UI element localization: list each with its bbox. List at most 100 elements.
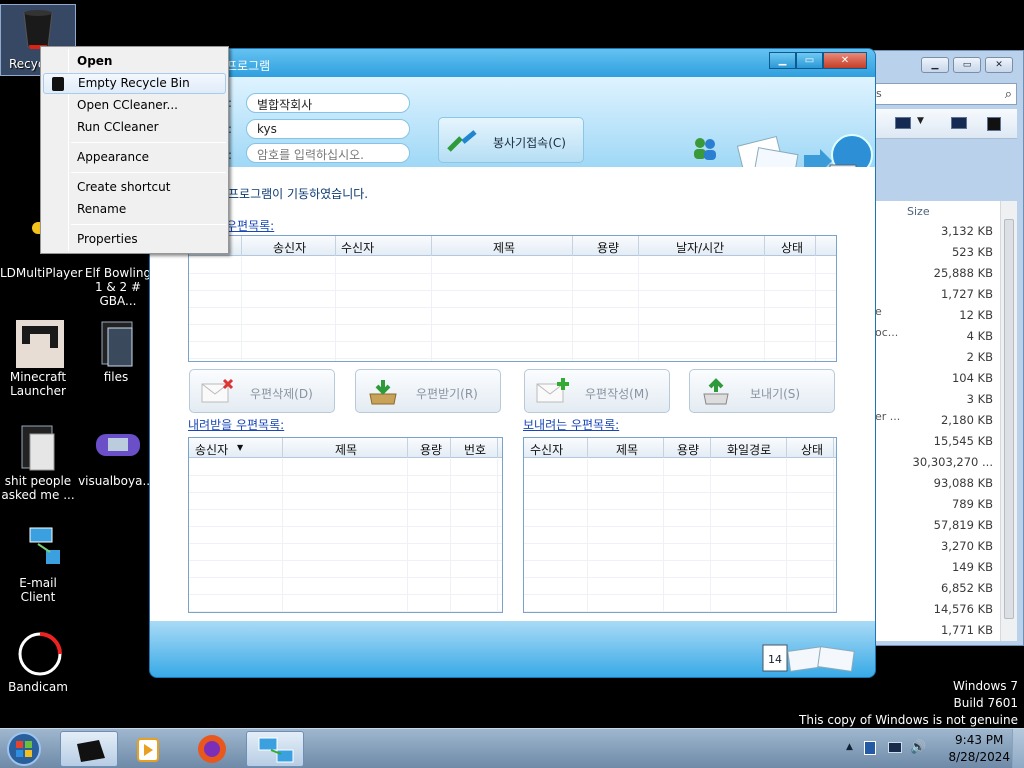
explorer-search-input[interactable]: s ⌕ [875,83,1017,105]
connect-arrows-icon [447,130,477,152]
received-table-rows[interactable] [189,257,836,361]
black-box-icon [77,740,105,762]
col-datetime[interactable]: 날자/시간 [676,239,724,256]
download-table-rows[interactable] [189,459,502,612]
download-list-table[interactable]: 송신자 ▼ 제목 용량 번호 [188,437,503,613]
delete-mail-button[interactable]: 우편삭제(D) [189,369,335,413]
maximize-button[interactable]: ▭ [796,52,823,69]
size-cell: 4 KB [966,329,993,343]
close-button[interactable]: ✕ [985,57,1013,73]
taskbar-email-client-button[interactable] [246,731,304,767]
desktop-icon-bandicam[interactable]: Bandicam [0,630,76,694]
server-connect-label: 봉사기접속(C) [493,136,566,150]
minimize-button[interactable]: ▁ [921,57,949,73]
help-icon[interactable] [987,117,1001,131]
received-mail-title[interactable]: 우편목록: [226,217,274,234]
desktop-icon-minecraft-launcher[interactable]: Minecraft Launcher [0,320,76,398]
volume-icon[interactable]: 🔊 [910,740,926,755]
password-field[interactable]: 암호를 입력하십시오. [246,143,410,163]
size-cell: 14,576 KB [933,602,993,616]
desktop-icon-email-client[interactable]: E-mail Client [0,526,76,604]
col-size[interactable]: 용량 [420,441,442,458]
start-button[interactable] [4,731,44,767]
close-button[interactable]: ✕ [823,52,867,69]
scrollbar-thumb[interactable] [1004,219,1014,619]
col-sender[interactable]: 송신자 [195,441,228,458]
col-status[interactable]: 상태 [801,441,823,458]
menu-item-appearance[interactable]: Appearance [43,147,226,168]
view-icon[interactable] [895,117,911,129]
desktop-icon-shit-people[interactable]: shit people asked me ... [0,424,76,502]
col-size[interactable]: 용량 [597,239,619,256]
menu-item-create-shortcut[interactable]: Create shortcut [43,177,226,198]
desktop-icon-label: files [103,370,129,384]
size-column-header[interactable]: Size [907,205,930,218]
receive-mail-button[interactable]: 우편받기(R) [355,369,501,413]
maximize-button[interactable]: ▭ [953,57,981,73]
compose-mail-icon [536,378,569,403]
recycle-bin-small-icon [52,77,64,91]
tray-app-icon[interactable] [864,741,876,755]
folder-icon [94,320,138,367]
menu-item-open[interactable]: Open [43,51,226,72]
company-field[interactable]: 별합작회사 [246,93,410,113]
received-mail-table[interactable]: 송신자 수신자 제목 용량 날자/시간 상태 [188,235,837,362]
explorer-file-list[interactable]: Size e oc... er ... 3,132 KB 523 KB 25,888… [875,201,1017,641]
send-list-table[interactable]: 수신자 제목 용량 화일경로 상태 [523,437,837,613]
send-tray-icon [703,378,729,405]
col-subject[interactable]: 제목 [493,239,515,256]
send-list-title[interactable]: 보내려는 우편목록: [523,416,619,433]
mail-app-window[interactable]: 프로그램 ▁ ▭ ✕ : 별합작회사 : kys : 암호를 입력하십시오. 봉… [149,48,876,678]
taskbar-firefox-button[interactable] [182,731,240,767]
user-field[interactable]: kys [246,119,410,139]
calendar-mail-illustration: 14 [762,644,855,672]
desktop-icon-files[interactable]: files [78,320,154,384]
tray-expand-icon[interactable]: ▲ [846,742,853,752]
preview-pane-icon[interactable] [951,117,967,129]
taskbar-explorer-button[interactable] [60,731,118,767]
col-subject[interactable]: 제목 [335,441,357,458]
size-cell: 3 KB [966,392,993,406]
menu-item-empty-recycle-bin[interactable]: Empty Recycle Bin [43,73,226,94]
desktop-icon-visualboyadvance[interactable]: visualboya... [78,424,154,488]
show-desktop-button[interactable] [1012,729,1024,768]
receive-mail-label: 우편받기(R) [416,387,478,401]
menu-item-properties[interactable]: Properties [43,229,226,250]
windows-version-line: Windows 7 [952,679,1018,693]
send-button[interactable]: 보내기(S) [689,369,835,413]
col-subject[interactable]: 제목 [616,441,638,458]
menu-item-run-ccleaner[interactable]: Run CCleaner [43,117,226,138]
explorer-scrollbar[interactable] [1000,201,1017,641]
explorer-window[interactable]: ▁ ▭ ✕ s ⌕ ▼ Size e oc... er ... 3,132 KB… [862,50,1024,646]
taskbar-clock[interactable]: 9:43 PM 8/28/2024 [948,732,1010,766]
server-connect-button[interactable]: 봉사기접속(C) [438,117,584,163]
size-cell: 12 KB [959,308,993,322]
menu-item-rename[interactable]: Rename [43,199,226,220]
clock-time: 9:43 PM [955,733,1004,747]
col-number[interactable]: 번호 [464,441,486,458]
col-filepath[interactable]: 화일경로 [727,441,771,458]
chevron-down-icon[interactable]: ▼ [917,116,925,126]
col-size[interactable]: 용량 [677,441,699,458]
app-body: 프로그램이 기동하였습니다. 우편목록: 송신자 수신자 제목 용량 날자/시간… [150,167,875,621]
col-status[interactable]: 상태 [781,239,803,256]
app-titlebar[interactable]: 프로그램 ▁ ▭ ✕ [150,49,875,77]
size-values: 3,132 KB 523 KB 25,888 KB 1,727 KB 12 KB 4 KB… [913,221,993,641]
minimize-button[interactable]: ▁ [769,52,796,69]
col-recipient[interactable]: 수신자 [530,441,563,458]
col-recipient[interactable]: 수신자 [341,239,374,256]
size-cell: 25,888 KB [933,266,993,280]
menu-item-open-ccleaner[interactable]: Open CCleaner... [43,95,226,116]
users-icon [694,138,716,160]
compose-mail-button[interactable]: 우편작성(M) [524,369,670,413]
received-table-header: 송신자 수신자 제목 용량 날자/시간 상태 [189,236,836,256]
network-icon[interactable] [888,742,902,753]
search-icon[interactable]: ⌕ [1005,87,1012,102]
size-cell: 149 KB [951,560,993,574]
send-table-rows[interactable] [524,459,836,612]
menu-item-label: Empty Recycle Bin [78,76,190,90]
taskbar-media-player-button[interactable] [120,731,178,767]
col-sender[interactable]: 송신자 [273,239,306,256]
download-list-title[interactable]: 내려받을 우편목록: [188,416,284,433]
delete-mail-label: 우편삭제(D) [250,387,313,401]
